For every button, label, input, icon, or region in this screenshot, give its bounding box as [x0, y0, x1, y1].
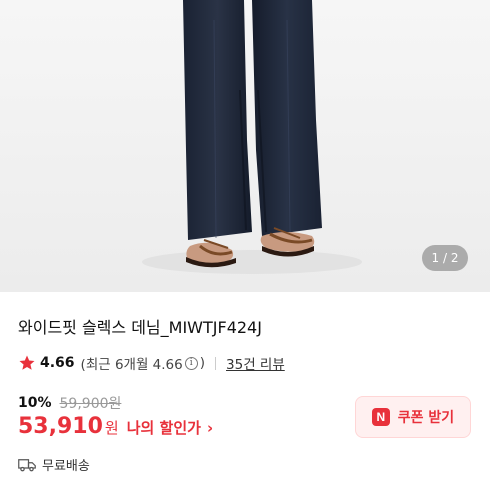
coupon-label: 쿠폰 받기	[397, 410, 455, 426]
my-discount-label: 나의 할인가	[126, 419, 201, 437]
discount-rate: 10%	[18, 395, 52, 411]
shipping-info: 무료배송	[18, 455, 90, 474]
truck-icon	[18, 458, 36, 471]
star-icon	[19, 355, 35, 370]
product-image-carousel[interactable]: 1 / 2	[0, 0, 490, 292]
currency-label: 원	[104, 419, 119, 437]
chevron-right-icon: ›	[206, 419, 214, 437]
original-price: 59,900원	[59, 396, 122, 412]
product-title: 와이드핏 슬렉스 데님_MIWTJF424J	[18, 318, 262, 337]
product-photo	[0, 0, 490, 292]
recent-rating-close: )	[199, 355, 206, 371]
discount-row: 10% 59,900원	[18, 393, 121, 413]
recent-rating: (최근 6개월 4.66 i )	[81, 353, 205, 373]
shipping-label: 무료배송	[42, 459, 90, 474]
reviews-link[interactable]: 35건 리뷰	[226, 353, 285, 373]
rating-row: 4.66 (최근 6개월 4.66 i ) 35건 리뷰	[18, 352, 285, 374]
recent-rating-text: (최근 6개월 4.66	[80, 357, 183, 373]
coupon-n-icon: N	[371, 408, 390, 426]
divider	[215, 356, 217, 370]
coupon-button[interactable]: N 쿠폰 받기	[355, 396, 471, 438]
info-icon[interactable]: i	[184, 356, 198, 370]
rating-value: 4.66	[40, 355, 75, 371]
my-price-link[interactable]: 53,910 원 나의 할인가 ›	[18, 414, 213, 439]
image-pager: 1 / 2	[422, 245, 468, 271]
sale-price: 53,910	[18, 414, 103, 439]
